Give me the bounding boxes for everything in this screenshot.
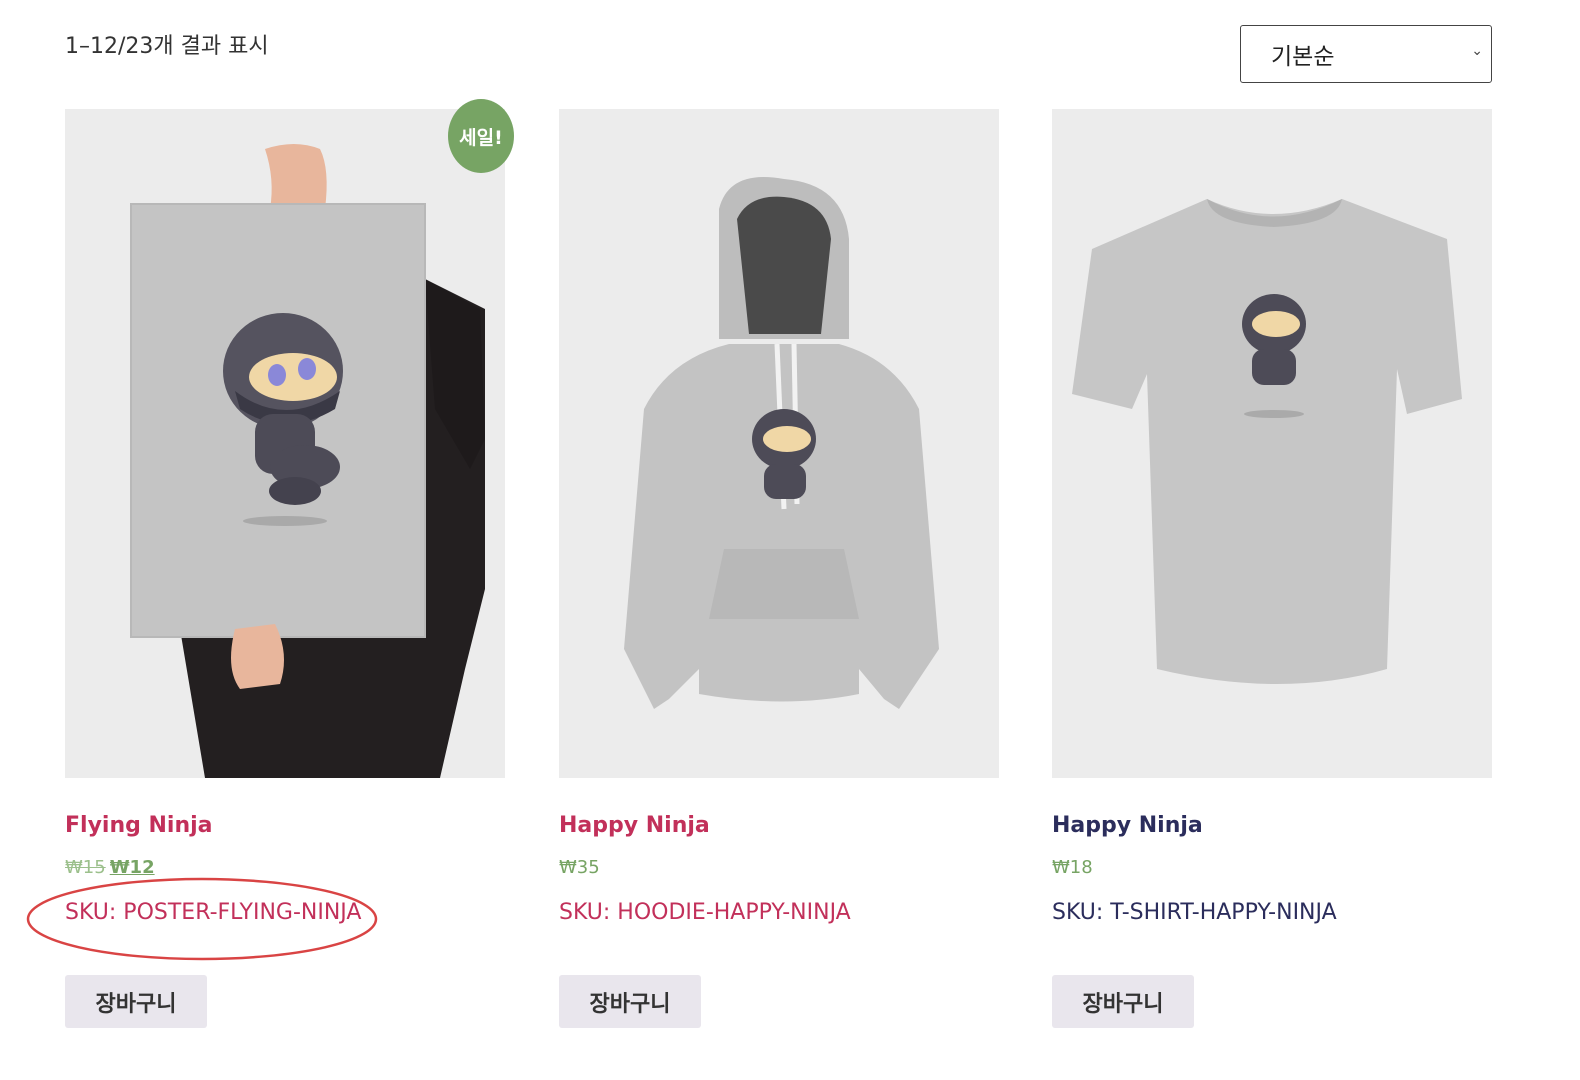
add-to-cart-button[interactable]: 장바구니 <box>65 975 207 1028</box>
result-count: 1–12/23개 결과 표시 <box>65 34 269 59</box>
product-title[interactable]: Happy Ninja <box>1052 813 1203 838</box>
product-sku: SKU: T-SHIRT-HAPPY-NINJA <box>1052 900 1337 925</box>
product-title[interactable]: Flying Ninja <box>65 813 213 838</box>
sort-select[interactable]: 기본순 ⌄ <box>1240 25 1492 83</box>
product-image-poster[interactable] <box>65 109 505 778</box>
sale-badge: 세일! <box>448 99 514 173</box>
product-image-hoodie[interactable] <box>559 109 999 778</box>
product-title[interactable]: Happy Ninja <box>559 813 710 838</box>
add-to-cart-button[interactable]: 장바구니 <box>559 975 701 1028</box>
sort-select-value: 기본순 <box>1271 44 1335 70</box>
sale-price: ₩12 <box>109 857 155 878</box>
product-card: Happy Ninja ₩35 SKU: HOODIE-HAPPY-NINJA … <box>559 109 999 1028</box>
chevron-down-icon: ⌄ <box>1471 43 1483 59</box>
product-card: Flying Ninja ₩15 ₩12 SKU: POSTER-FLYING-N… <box>65 109 505 1028</box>
product-card: Happy Ninja ₩18 SKU: T-SHIRT-HAPPY-NINJA… <box>1052 109 1492 1028</box>
product-price: ₩35 <box>559 857 600 878</box>
product-price: ₩15 ₩12 <box>65 857 155 878</box>
product-sku: SKU: HOODIE-HAPPY-NINJA <box>559 900 851 925</box>
regular-price: ₩15 <box>65 857 106 878</box>
product-sku: SKU: POSTER-FLYING-NINJA <box>65 900 362 925</box>
product-image-tshirt[interactable] <box>1052 109 1492 778</box>
add-to-cart-button[interactable]: 장바구니 <box>1052 975 1194 1028</box>
product-price: ₩18 <box>1052 857 1093 878</box>
